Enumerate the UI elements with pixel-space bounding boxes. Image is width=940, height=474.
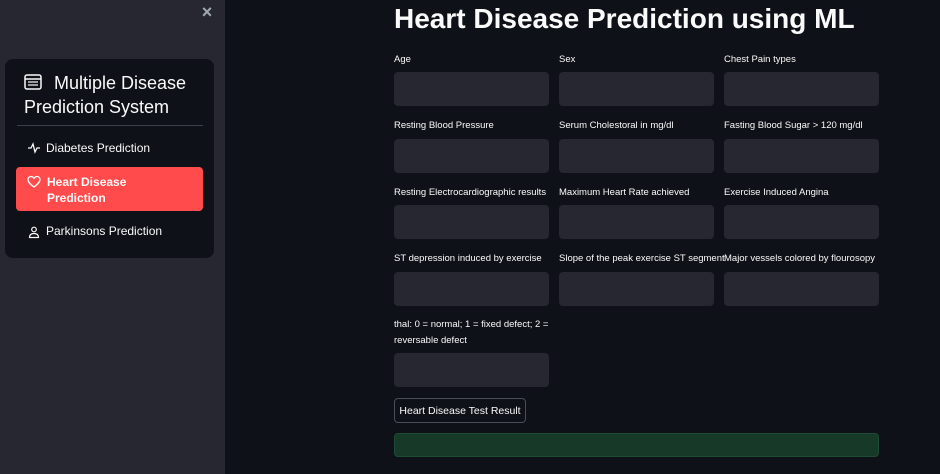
sidebar-item-label: Diabetes Prediction: [46, 141, 151, 155]
activity-icon: [28, 142, 40, 154]
st-slope-label: Slope of the peak exercise ST segment: [559, 253, 725, 264]
resting-ecg-label: Resting Electrocardiographic results: [394, 187, 547, 198]
heart-disease-test-result-button[interactable]: Heart Disease Test Result: [394, 398, 526, 423]
fasting-sugar-input[interactable]: [724, 139, 879, 173]
fasting-sugar-label: Fasting Blood Sugar > 120 mg/dl: [724, 120, 863, 131]
heart-icon: [27, 175, 41, 188]
sex-input[interactable]: [559, 72, 714, 106]
st-slope-input[interactable]: [559, 272, 714, 306]
menu-title: Multiple Disease Prediction System: [24, 73, 187, 117]
st-depression-label: ST depression induced by exercise: [394, 253, 542, 264]
major-vessels-label: Major vessels colored by flourosopy: [724, 253, 876, 264]
sidebar-item-heart-disease[interactable]: Heart Disease Prediction: [16, 167, 203, 211]
page-title: Heart Disease Prediction using ML: [394, 3, 855, 34]
age-input[interactable]: [394, 72, 549, 106]
cholesterol-input[interactable]: [559, 139, 714, 173]
resting-ecg-input[interactable]: [394, 205, 549, 239]
exercise-angina-input[interactable]: [724, 205, 879, 239]
age-label: Age: [394, 54, 411, 65]
st-depression-input[interactable]: [394, 272, 549, 306]
resting-bp-input[interactable]: [394, 139, 549, 173]
menu-header: Multiple Disease Prediction System: [24, 71, 204, 119]
option-menu: Multiple Disease Prediction System Diabe…: [5, 59, 214, 258]
sidebar-item-label: Parkinsons Prediction: [46, 224, 163, 238]
exercise-angina-label: Exercise Induced Angina: [724, 187, 829, 198]
sidebar-item-parkinsons[interactable]: Parkinsons Prediction: [16, 211, 203, 251]
result-box: [394, 433, 879, 457]
resting-bp-label: Resting Blood Pressure: [394, 120, 494, 131]
max-heart-rate-input[interactable]: [559, 205, 714, 239]
thal-label: thal: 0 = normal; 1 = fixed defect; 2 = …: [394, 319, 549, 346]
chest-pain-label: Chest Pain types: [724, 54, 796, 65]
max-heart-rate-label: Maximum Heart Rate achieved: [559, 187, 690, 198]
list-window-icon: [24, 74, 42, 90]
menu-divider: [17, 125, 203, 126]
sex-label: Sex: [559, 54, 576, 65]
thal-input[interactable]: [394, 353, 549, 387]
sidebar: × Multiple Disease Prediction System Dia…: [0, 0, 225, 474]
sidebar-item-diabetes[interactable]: Diabetes Prediction: [16, 128, 203, 168]
person-icon: [28, 226, 40, 239]
sidebar-item-label: Heart Disease Prediction: [47, 175, 127, 205]
chest-pain-input[interactable]: [724, 72, 879, 106]
cholesterol-label: Serum Cholestoral in mg/dl: [559, 120, 674, 131]
close-sidebar-button[interactable]: ×: [199, 3, 215, 21]
major-vessels-input[interactable]: [724, 272, 879, 306]
